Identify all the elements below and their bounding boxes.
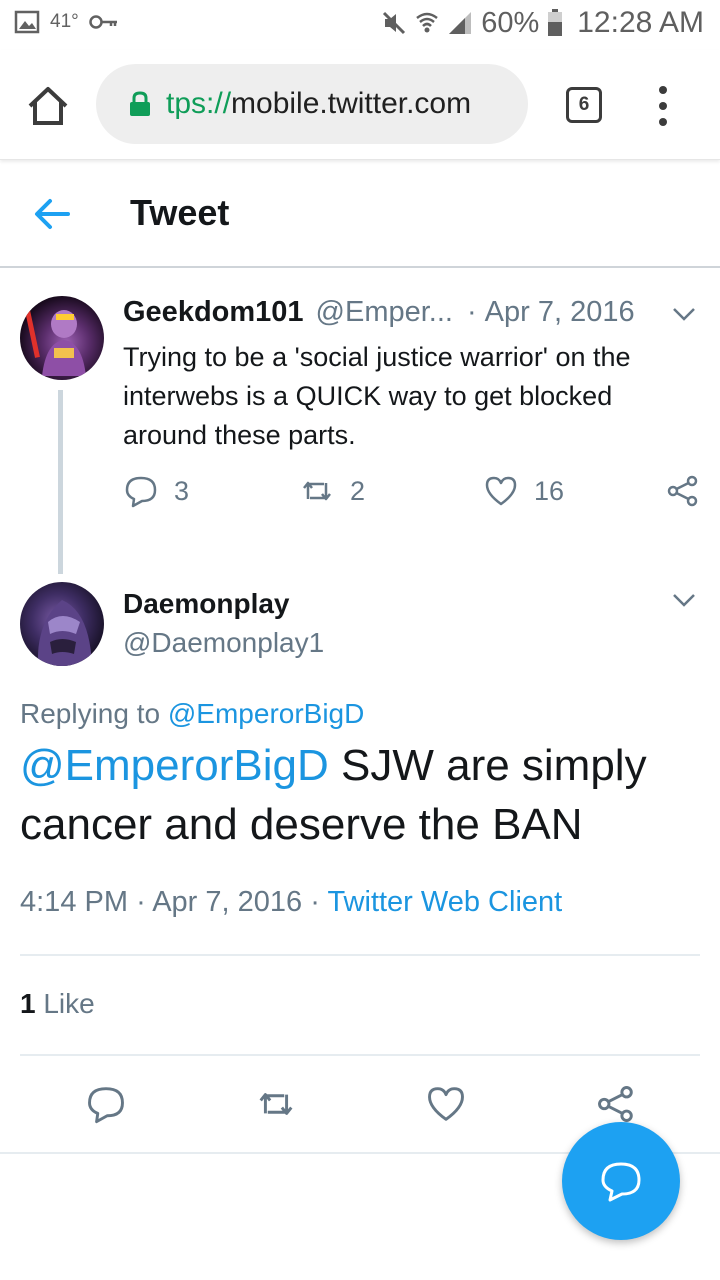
like-button[interactable]: 16 <box>484 474 564 508</box>
tweet1-author-name[interactable]: Geekdom101 <box>123 296 304 329</box>
tab-count: 6 <box>578 94 590 115</box>
url-scheme: tps:// <box>166 87 232 120</box>
retweet-button[interactable]: 2 <box>300 474 365 508</box>
tweet2-client-link[interactable]: Twitter Web Client <box>327 886 562 918</box>
meta-separator: · <box>136 886 146 918</box>
heart-icon <box>485 476 517 506</box>
page-header: Tweet <box>0 160 720 268</box>
temperature: 41° <box>50 11 79 32</box>
tweet1-separator: · <box>466 296 477 328</box>
wifi-icon <box>416 12 438 33</box>
url-host: mobile.twitter.com <box>231 87 472 120</box>
tab-switcher-button[interactable]: 6 <box>566 87 602 123</box>
key-icon <box>88 15 117 29</box>
tweet1-text: Trying to be a 'social justice warrior' … <box>123 342 631 450</box>
status-right: 60% 12:28 AM <box>381 6 704 40</box>
avatar-art <box>25 309 86 376</box>
tweet2-author-name[interactable]: Daemonplay <box>123 588 290 620</box>
reply-button[interactable]: 3 <box>124 474 189 508</box>
lock-icon <box>130 91 150 116</box>
address-bar[interactable]: tps://mobile.twitter.com <box>96 64 528 144</box>
mute-icon <box>383 11 406 35</box>
likes-label: Like <box>43 988 95 1019</box>
avatar-daemonplay[interactable] <box>20 582 104 666</box>
share-icon[interactable] <box>596 1084 636 1124</box>
battery-percent: 60% <box>481 6 540 39</box>
chevron-down-icon[interactable] <box>672 592 696 608</box>
tweet2-text: @EmperorBigD SJW are simply cancer and d… <box>20 736 700 854</box>
tweet1-date[interactable]: Apr 7, 2016 <box>485 296 635 329</box>
signal-icon <box>449 12 472 34</box>
reply-bubble-icon <box>601 1162 641 1202</box>
replying-mention-link[interactable]: @EmperorBigD <box>168 698 364 729</box>
tweet1-author-handle[interactable]: @Emper... <box>316 296 453 329</box>
browser-toolbar: tps://mobile.twitter.com 6 <box>0 50 720 160</box>
replying-label: Replying to <box>20 698 161 729</box>
share-button[interactable] <box>666 474 700 508</box>
tweet1-actions: 3 2 16 <box>124 474 704 514</box>
heart-icon[interactable] <box>426 1084 466 1124</box>
tweet2-time: 4:14 PM <box>20 886 128 918</box>
status-bar: 41° 60% 12:28 AM <box>0 0 720 50</box>
tweet2-meta: 4:14 PM · Apr 7, 2016 · Twitter Web Clie… <box>20 886 562 919</box>
page-title: Tweet <box>130 192 230 233</box>
home-icon[interactable] <box>26 84 70 128</box>
chevron-down-icon[interactable] <box>672 306 696 322</box>
battery-icon <box>548 9 563 36</box>
tweet2-actions <box>0 1084 720 1128</box>
overflow-menu-icon[interactable] <box>652 86 674 126</box>
retweet-icon <box>303 481 331 501</box>
likes-number: 1 <box>20 988 36 1019</box>
reply-icon <box>125 476 157 508</box>
replying-to: Replying to @EmperorBigD <box>20 698 364 730</box>
image-icon <box>14 10 40 34</box>
likes-summary[interactable]: 1 Like <box>20 988 95 1020</box>
divider <box>20 954 700 956</box>
share-icon <box>667 475 698 507</box>
tweet2-mention-link[interactable]: @EmperorBigD <box>20 741 329 790</box>
divider <box>20 1054 700 1056</box>
like-count: 16 <box>534 475 565 506</box>
back-arrow-icon[interactable] <box>32 196 72 232</box>
meta-separator: · <box>310 886 320 918</box>
retweet-icon[interactable] <box>256 1084 296 1124</box>
compose-reply-button[interactable] <box>562 1122 680 1240</box>
avatar-art <box>37 600 92 666</box>
tweet2-date: Apr 7, 2016 <box>152 886 303 918</box>
clock: 12:28 AM <box>577 6 704 39</box>
reply-icon[interactable] <box>86 1084 126 1124</box>
status-left: 41° <box>14 10 119 34</box>
thread-line <box>58 390 63 574</box>
tweet2-author-handle[interactable]: @Daemonplay1 <box>123 627 324 659</box>
url-text: tps://mobile.twitter.com <box>166 87 471 121</box>
reply-count: 3 <box>174 475 190 506</box>
avatar-geekdom101[interactable] <box>20 296 104 380</box>
tweet1-header: Geekdom101 @Emper... · Apr 7, 2016 <box>123 296 635 329</box>
retweet-count: 2 <box>350 475 366 506</box>
